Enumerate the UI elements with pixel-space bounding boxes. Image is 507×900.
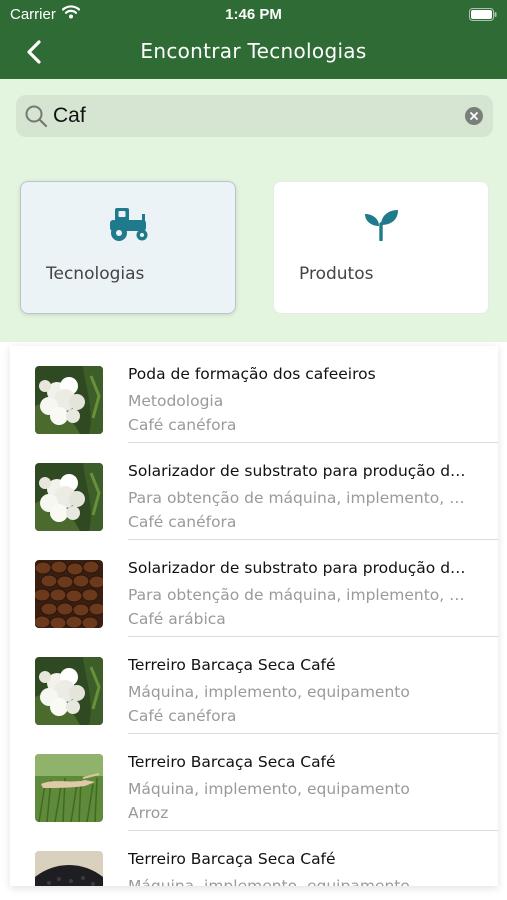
page-title: Encontrar Tecnologias bbox=[140, 39, 367, 63]
item-type: Para obtenção de máquina, implemento, eq… bbox=[128, 586, 473, 604]
item-crop: Café arábica bbox=[128, 610, 226, 628]
thumbnail-dark-grains bbox=[35, 851, 103, 886]
category-label: Produtos bbox=[299, 264, 374, 284]
thumbnail-coffee-flower bbox=[35, 366, 103, 434]
item-type: Máquina, implemento, equipamento bbox=[128, 683, 410, 701]
sprout-icon bbox=[362, 207, 400, 245]
item-type: Máquina, implemento, equipamento bbox=[128, 780, 410, 798]
item-title: Solarizador de substrato para produção d… bbox=[128, 462, 473, 480]
thumbnail-coffee-flower bbox=[35, 463, 103, 531]
item-title: Terreiro Barcaça Seca Café bbox=[128, 753, 336, 771]
category-label: Tecnologias bbox=[46, 264, 145, 284]
app-header: Carrier 1:46 PM Encontrar Tecnologias bbox=[0, 0, 507, 79]
clear-icon bbox=[470, 112, 478, 120]
results-list: Poda de formação dos cafeeiros Metodolog… bbox=[10, 346, 498, 886]
status-bar: Carrier 1:46 PM bbox=[0, 0, 507, 28]
list-item[interactable]: Terreiro Barcaça Seca Café Máquina, impl… bbox=[10, 637, 498, 734]
item-crop: Café canéfora bbox=[128, 416, 237, 434]
list-item[interactable]: Poda de formação dos cafeeiros Metodolog… bbox=[10, 346, 498, 443]
item-title: Solarizador de substrato para produção d… bbox=[128, 559, 473, 577]
item-title: Terreiro Barcaça Seca Café bbox=[128, 850, 336, 868]
status-time: 1:46 PM bbox=[225, 6, 282, 23]
list-item[interactable]: Solarizador de substrato para produção d… bbox=[10, 443, 498, 540]
item-crop: Café canéfora bbox=[128, 513, 237, 531]
item-type: Máquina, implemento, equipamento bbox=[128, 877, 410, 886]
category-card-tecnologias[interactable]: Tecnologias bbox=[20, 181, 236, 314]
thumbnail-rice-field bbox=[35, 754, 103, 822]
clear-search-button[interactable] bbox=[465, 107, 483, 125]
list-item[interactable]: Solarizador de substrato para produção d… bbox=[10, 540, 498, 637]
battery-icon bbox=[469, 7, 497, 25]
search-input[interactable] bbox=[53, 95, 443, 137]
list-item[interactable]: Terreiro Barcaça Seca Café Máquina, impl… bbox=[10, 734, 498, 831]
item-title: Poda de formação dos cafeeiros bbox=[128, 365, 376, 383]
item-title: Terreiro Barcaça Seca Café bbox=[128, 656, 336, 674]
search-icon bbox=[24, 104, 48, 132]
filter-area: Tecnologias Produtos bbox=[0, 79, 507, 342]
tractor-icon bbox=[106, 204, 152, 248]
item-crop: Café canéfora bbox=[128, 707, 237, 725]
thumbnail-coffee-beans bbox=[35, 560, 103, 628]
item-type: Metodologia bbox=[128, 392, 224, 410]
thumbnail-coffee-flower bbox=[35, 657, 103, 725]
item-crop: Arroz bbox=[128, 804, 169, 822]
list-item[interactable]: Terreiro Barcaça Seca Café Máquina, impl… bbox=[10, 831, 498, 886]
item-type: Para obtenção de máquina, implemento, eq… bbox=[128, 489, 473, 507]
category-card-produtos[interactable]: Produtos bbox=[273, 181, 489, 314]
search-bar bbox=[16, 95, 493, 137]
